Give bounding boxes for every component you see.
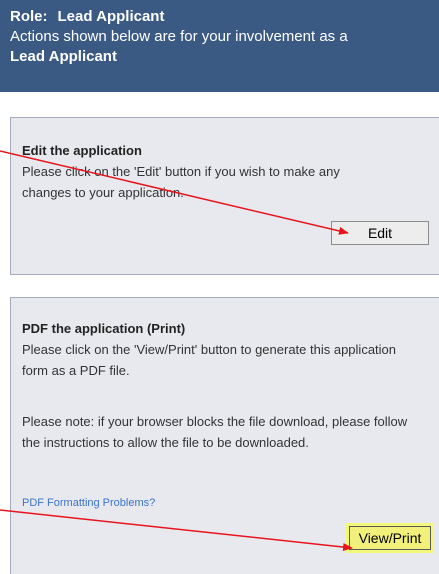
view-print-button[interactable]: View/Print	[349, 526, 431, 550]
edit-application-panel: Edit the application Please click on the…	[10, 117, 439, 275]
pdf-panel-title: PDF the application (Print)	[22, 321, 186, 336]
edit-panel-title: Edit the application	[22, 143, 142, 158]
pdf-panel-text: Please click on the 'View/Print' button …	[22, 342, 397, 378]
applicant-role-label: Lead Applicant	[10, 48, 117, 65]
actions-description: Actions shown below are for your involve…	[10, 28, 348, 45]
role-value: Lead Applicant	[57, 8, 165, 25]
edit-panel-text: Please click on the 'Edit' button if you…	[22, 164, 340, 200]
role-header: Role: Lead Applicant Actions shown below …	[0, 0, 439, 92]
role-prefix: Role:	[10, 8, 48, 25]
edit-button[interactable]: Edit	[331, 221, 429, 245]
pdf-panel-note: Please note: if your browser blocks the …	[22, 414, 408, 450]
pdf-application-panel: PDF the application (Print) Please click…	[10, 297, 439, 574]
role-line: Role: Lead Applicant	[10, 7, 429, 27]
pdf-formatting-problems-link[interactable]: PDF Formatting Problems?	[22, 497, 155, 509]
